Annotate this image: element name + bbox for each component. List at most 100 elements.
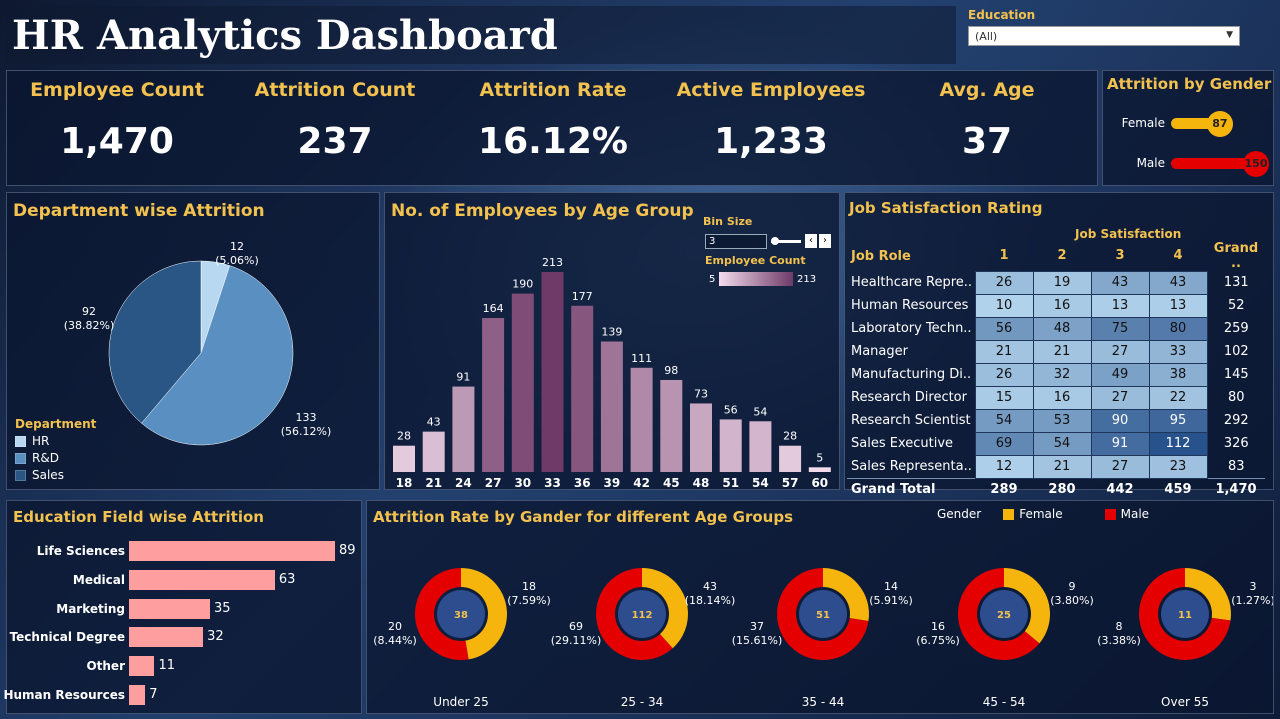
x-tick-label: 27: [485, 476, 502, 489]
category-label: Other: [86, 659, 125, 674]
bar[interactable]: [129, 656, 155, 677]
kpi-value: 37: [961, 121, 1013, 162]
legend-item-rd[interactable]: R&D: [15, 451, 96, 465]
panel-title: Education Field wise Attrition: [13, 508, 264, 526]
table-row: Manager 21 21 27 33 102: [847, 339, 1265, 364]
bar[interactable]: [129, 598, 210, 619]
male-value-label: 8: [1116, 620, 1123, 633]
age-gender-donut-charts: 3818(7.59%)20(8.44%)Under 2511243(18.14%…: [373, 568, 1273, 709]
x-tick-label: 45: [663, 476, 680, 489]
category-label: Human Resources: [3, 688, 125, 702]
legend-item-sales[interactable]: Sales: [15, 468, 96, 482]
table-cell: 131: [1223, 275, 1249, 290]
education-field-panel: Education Field wise Attrition Life Scie…: [3, 500, 363, 714]
x-tick-label: 30: [514, 476, 531, 489]
gender-row-female: Female 87: [1103, 111, 1275, 137]
bar[interactable]: [511, 293, 534, 472]
bar[interactable]: [749, 421, 772, 472]
bar-value-label: 98: [664, 364, 678, 377]
table-cell: 26: [974, 362, 1034, 387]
bar[interactable]: [393, 445, 415, 472]
bar[interactable]: [129, 627, 204, 648]
gender-value: 150: [1243, 151, 1269, 177]
bar[interactable]: [541, 272, 564, 472]
row-label: Manager: [851, 344, 908, 359]
table-cell: 52: [1227, 298, 1245, 313]
row-label: Sales Representa..: [851, 458, 972, 474]
legend-item-hr[interactable]: HR: [15, 434, 96, 448]
slice-percent-label: (38.82%): [64, 319, 115, 332]
x-tick-label: 36: [574, 476, 591, 489]
bar-value-label: 5: [816, 451, 823, 464]
table-cell: 10: [974, 293, 1034, 318]
age-group-panel: No. of Employees by Age Group Bin Size 3…: [384, 192, 840, 490]
donut-total-label: 11: [1178, 610, 1192, 621]
bar-row: Other 11: [7, 656, 363, 677]
bar[interactable]: [422, 431, 445, 472]
bar[interactable]: [129, 685, 146, 705]
bar-row: Medical 63: [7, 569, 363, 590]
row-label: Laboratory Techn..: [851, 321, 972, 336]
bar[interactable]: [630, 367, 653, 472]
bar[interactable]: [808, 467, 831, 472]
education-select[interactable]: (All) ▼: [968, 26, 1240, 46]
age-group-label: 45 - 54: [983, 695, 1026, 709]
education-filter: Education (All) ▼: [968, 8, 1248, 46]
table-cell: 38: [1148, 362, 1208, 387]
bar-value-label: 89: [339, 543, 356, 558]
x-tick-label: 60: [811, 476, 828, 489]
age-group-bar-chart: 28 18 43 21 91 24 164 27 190 30 213 33 177 36 139 39 111…: [393, 256, 831, 489]
x-tick-label: 18: [396, 476, 413, 489]
age-group-label: Over 55: [1161, 695, 1209, 709]
panel-title: Attrition by Gender: [1107, 75, 1272, 93]
bar[interactable]: [571, 305, 594, 472]
table-row: Healthcare Repre.. 26 19 43 43 131: [847, 270, 1265, 295]
bar[interactable]: [129, 569, 275, 590]
bar[interactable]: [779, 445, 802, 472]
bar-row: Technical Degree 32: [7, 627, 363, 648]
column-header: Grand ..: [1213, 241, 1259, 271]
bar[interactable]: [660, 379, 683, 472]
job-satisfaction-panel: Job Satisfaction Rating Job Satisfaction…: [844, 192, 1274, 501]
table-cell: 27: [1090, 454, 1150, 479]
row-label: Research Scientist: [851, 413, 971, 428]
table-cell: 13: [1148, 293, 1208, 318]
x-tick-label: 42: [633, 476, 650, 489]
table-cell: 95: [1148, 408, 1208, 433]
x-tick-label: 54: [752, 476, 769, 489]
table-cell: 53: [1032, 408, 1092, 433]
department-attrition-panel: Department wise Attrition 12 (5.06%) 133 (5…: [6, 192, 380, 490]
kpi-attrition-count: Attrition Count 237: [225, 71, 445, 162]
table-cell: 280: [1033, 477, 1091, 501]
bar[interactable]: [690, 403, 712, 472]
table-cell: 56: [974, 316, 1034, 341]
slice-percent-label: (5.06%): [215, 254, 259, 267]
table-cell: 16: [1032, 293, 1092, 318]
table-cell: 43: [1090, 270, 1150, 295]
slice-value-label: 12: [230, 240, 244, 253]
chevron-down-icon[interactable]: ▼: [1226, 30, 1233, 40]
donut-total-label: 112: [632, 610, 653, 621]
gender-label: Male: [1136, 156, 1165, 170]
table-cell: 442: [1091, 477, 1149, 501]
column-group-header: Job Satisfaction: [1075, 227, 1182, 241]
x-tick-label: 57: [782, 476, 799, 489]
bar[interactable]: [482, 318, 505, 472]
bar[interactable]: [719, 419, 742, 472]
table-cell: 32: [1032, 362, 1092, 387]
slice-value-label: 133: [296, 411, 317, 424]
female-value-label: 14: [884, 580, 898, 593]
bar-value-label: 213: [542, 256, 563, 269]
age-group-label: Under 25: [433, 695, 488, 709]
bar[interactable]: [452, 386, 475, 472]
table-cell: 83: [1227, 458, 1245, 474]
bar-value-label: 11: [158, 658, 175, 674]
bar[interactable]: [129, 541, 335, 561]
column-header: Job Role: [851, 248, 911, 264]
bar-value-label: 56: [724, 403, 738, 416]
donut-total-label: 25: [997, 610, 1011, 621]
male-value-label: 16: [931, 620, 945, 633]
column-header: 2: [1057, 248, 1067, 264]
bar[interactable]: [600, 341, 623, 472]
female-value-label: 3: [1250, 580, 1257, 593]
